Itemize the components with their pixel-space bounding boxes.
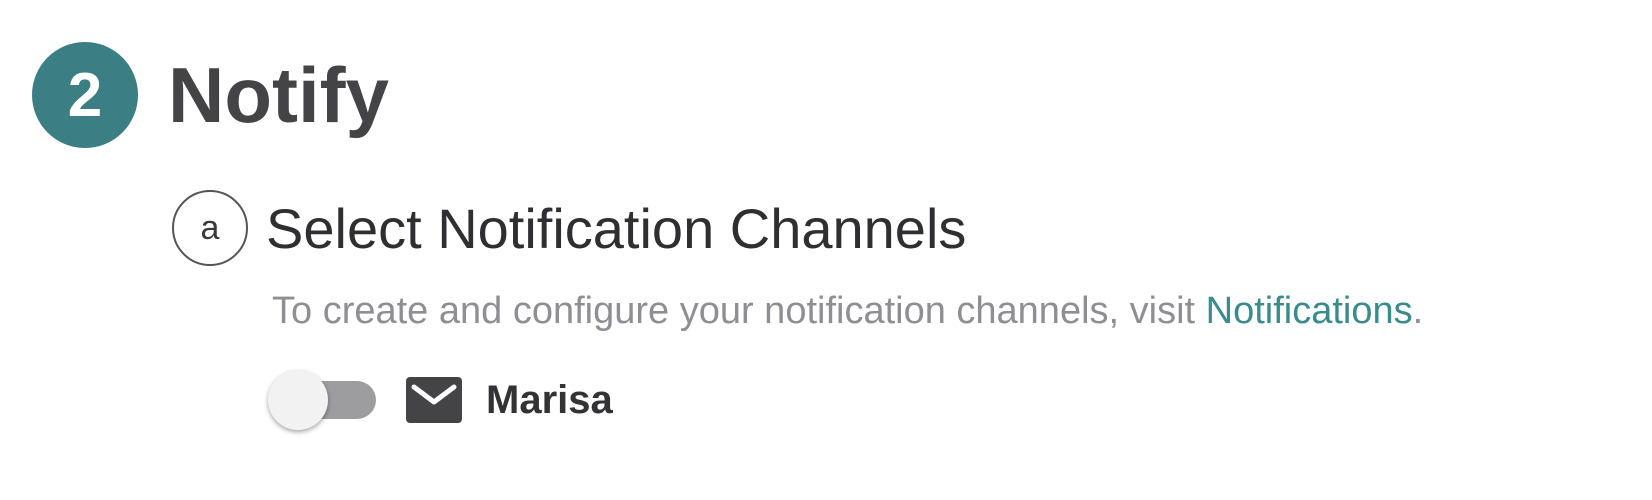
substep-header: a Select Notification Channels [172,190,966,266]
mail-icon [406,377,462,423]
notifications-link[interactable]: Notifications [1206,290,1413,332]
channel-row: Marisa [268,368,613,432]
toggle-knob [268,370,328,430]
step-title: Notify [168,50,389,139]
notify-section: 2 Notify a Select Notification Channels … [0,0,1652,500]
channel-toggle[interactable] [268,368,378,432]
description-text-after: . [1412,290,1424,332]
channel-name: Marisa [486,377,613,422]
step-number-badge: 2 [32,42,138,148]
description-text: To create and configure your notificatio… [272,290,1423,333]
substep-title: Select Notification Channels [266,196,967,260]
description-text-before: To create and configure your notificatio… [272,290,1206,332]
substep-letter-badge: a [172,190,248,266]
step-header: 2 Notify [32,42,389,148]
